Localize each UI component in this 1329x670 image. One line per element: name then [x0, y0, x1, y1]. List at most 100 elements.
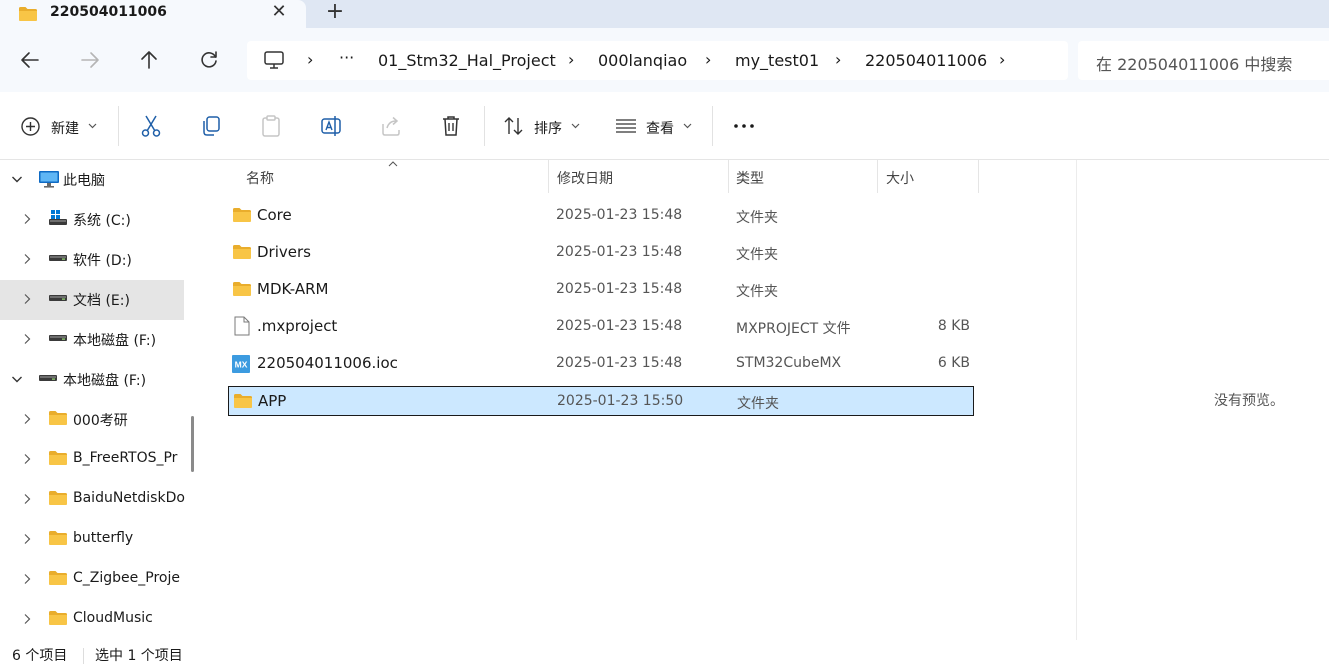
breadcrumb-item[interactable]: my_test01	[735, 51, 819, 70]
column-header-name[interactable]: 名称	[228, 160, 548, 193]
pc-icon	[38, 170, 60, 192]
chevron-right-icon[interactable]	[20, 452, 34, 466]
sidebar-item-label: BaiduNetdiskDo	[73, 490, 185, 506]
breadcrumb-item[interactable]: 220504011006	[865, 51, 987, 70]
chevron-right-icon[interactable]	[20, 292, 34, 306]
sidebar-item-label: B_FreeRTOS_Pr	[73, 450, 178, 466]
chevron-right-icon[interactable]	[20, 212, 34, 226]
chevron-right-icon: ›	[705, 50, 712, 69]
breadcrumb-overflow[interactable]: ···	[339, 48, 354, 67]
folder-icon	[48, 610, 68, 630]
breadcrumb-item[interactable]: 000lanqiao	[598, 51, 687, 70]
file-row[interactable]: .mxproject 2025-01-23 15:48 MXPROJECT 文件 8 …	[228, 312, 974, 342]
view-button[interactable]: 查看	[615, 114, 695, 138]
more-options-icon[interactable]	[733, 114, 755, 138]
drive-icon	[38, 370, 58, 390]
drive-icon	[48, 290, 68, 310]
paste-icon[interactable]	[260, 114, 282, 138]
status-bar: 6 个项目 选中 1 个项目	[0, 640, 1329, 670]
file-date: 2025-01-23 15:48	[556, 318, 683, 334]
sidebar-scrollbar[interactable]	[191, 416, 194, 472]
column-header-type-label: 类型	[736, 171, 764, 187]
file-row[interactable]: Drivers 2025-01-23 15:48 文件夹	[228, 238, 974, 268]
preview-pane: 没有预览。	[1076, 160, 1329, 640]
chevron-right-icon[interactable]	[20, 532, 34, 546]
sidebar-item[interactable]: 软件 (D:)	[0, 240, 184, 280]
column-header-date-label: 修改日期	[557, 171, 613, 187]
file-icon	[234, 316, 250, 340]
file-date: 2025-01-23 15:50	[557, 393, 684, 409]
file-row[interactable]: MDK-ARM 2025-01-23 15:48 文件夹	[228, 275, 974, 305]
file-name: MDK-ARM	[257, 280, 329, 298]
tab-current-folder[interactable]: 220504011006 ✕	[0, 0, 306, 28]
drive-icon	[48, 330, 68, 350]
file-name: APP	[258, 392, 287, 410]
folder-icon	[19, 7, 37, 21]
sidebar-item[interactable]: 本地磁盘 (F:)	[0, 320, 184, 360]
column-divider[interactable]	[978, 160, 979, 193]
chevron-down-icon	[88, 123, 97, 129]
file-size: 6 KB	[937, 355, 970, 371]
sort-button[interactable]: 排序	[503, 114, 583, 138]
chevron-right-icon[interactable]	[20, 412, 34, 426]
computer-icon	[264, 51, 284, 69]
search-input[interactable]: 在 220504011006 中搜索	[1078, 41, 1329, 80]
up-button[interactable]	[137, 48, 161, 72]
sidebar-item[interactable]: 本地磁盘 (F:)	[0, 360, 184, 400]
chevron-right-icon[interactable]	[20, 572, 34, 586]
file-type: MXPROJECT 文件	[736, 321, 851, 337]
breadcrumb-item[interactable]: 01_Stm32_Hal_Project	[378, 51, 556, 70]
delete-icon[interactable]	[440, 114, 462, 138]
rename-icon[interactable]	[320, 114, 342, 138]
share-icon[interactable]	[380, 114, 402, 138]
search-placeholder: 在 220504011006 中搜索	[1096, 55, 1293, 74]
file-row[interactable]: APP 2025-01-23 15:50 文件夹	[228, 386, 974, 416]
sidebar-item-label: 000考研	[73, 413, 128, 429]
chevron-right-icon[interactable]	[20, 332, 34, 346]
cut-icon[interactable]	[140, 114, 162, 138]
column-header-date[interactable]: 修改日期	[548, 160, 728, 193]
refresh-button[interactable]	[197, 48, 221, 72]
sidebar-item[interactable]: butterfly	[0, 520, 184, 560]
new-tab-button[interactable]: +	[322, 1, 348, 25]
column-header-type[interactable]: 类型	[728, 160, 877, 193]
sidebar-item-label: 本地磁盘 (F:)	[73, 333, 157, 349]
chevron-right-icon[interactable]: ›	[999, 50, 1005, 69]
sidebar-item[interactable]: 系统 (C:)	[0, 200, 184, 240]
chevron-right-icon[interactable]	[20, 252, 34, 266]
item-count: 6 个项目	[12, 648, 68, 664]
svg-text:MX: MX	[235, 360, 248, 370]
chevron-right-icon[interactable]	[20, 612, 34, 626]
tab-title: 220504011006	[50, 4, 167, 20]
sidebar-item-label: C_Zigbee_Proje	[73, 570, 180, 586]
forward-button[interactable]	[78, 48, 102, 72]
tab-close-button[interactable]: ✕	[268, 2, 290, 24]
file-row[interactable]: Core 2025-01-23 15:48 文件夹	[228, 201, 974, 231]
chevron-right-icon[interactable]	[20, 492, 34, 506]
back-button[interactable]	[18, 48, 42, 72]
view-list-icon	[616, 119, 636, 133]
sidebar-item[interactable]: 文档 (E:)	[0, 280, 184, 320]
file-date: 2025-01-23 15:48	[556, 281, 683, 297]
copy-icon[interactable]	[200, 114, 222, 138]
folder-icon	[48, 530, 68, 550]
chevron-down-icon[interactable]	[10, 372, 24, 386]
new-button[interactable]: 新建	[20, 114, 100, 138]
sidebar-item[interactable]: BaiduNetdiskDo	[0, 480, 185, 520]
sidebar-item-label: 本地磁盘 (F:)	[63, 373, 147, 389]
file-type: 文件夹	[736, 247, 778, 263]
file-row[interactable]: MX 220504011006.ioc 2025-01-23 15:48 STM32C…	[228, 349, 974, 379]
sidebar-item-label: 文档 (E:)	[73, 293, 130, 309]
no-preview-text: 没有预览。	[1214, 393, 1284, 409]
sidebar-item[interactable]: 000考研	[0, 400, 184, 440]
chevron-down-icon	[571, 123, 580, 129]
chevron-down-icon[interactable]	[10, 172, 24, 186]
file-list: 名称 修改日期 类型 大小 Core 2025-01-23 15:48 文件夹 Dri…	[204, 160, 1076, 640]
navigation-bar: › ··· 01_Stm32_Hal_Project › 000lanqiao …	[0, 28, 1329, 92]
sidebar-item[interactable]: B_FreeRTOS_Pr	[0, 440, 184, 480]
address-bar[interactable]: › ··· 01_Stm32_Hal_Project › 000lanqiao …	[247, 41, 1068, 80]
column-header-size[interactable]: 大小	[877, 160, 978, 193]
sidebar-item[interactable]: C_Zigbee_Proje	[0, 560, 184, 600]
sidebar-item[interactable]: 此电脑	[0, 160, 184, 200]
sidebar-item[interactable]: CloudMusic	[0, 600, 184, 640]
